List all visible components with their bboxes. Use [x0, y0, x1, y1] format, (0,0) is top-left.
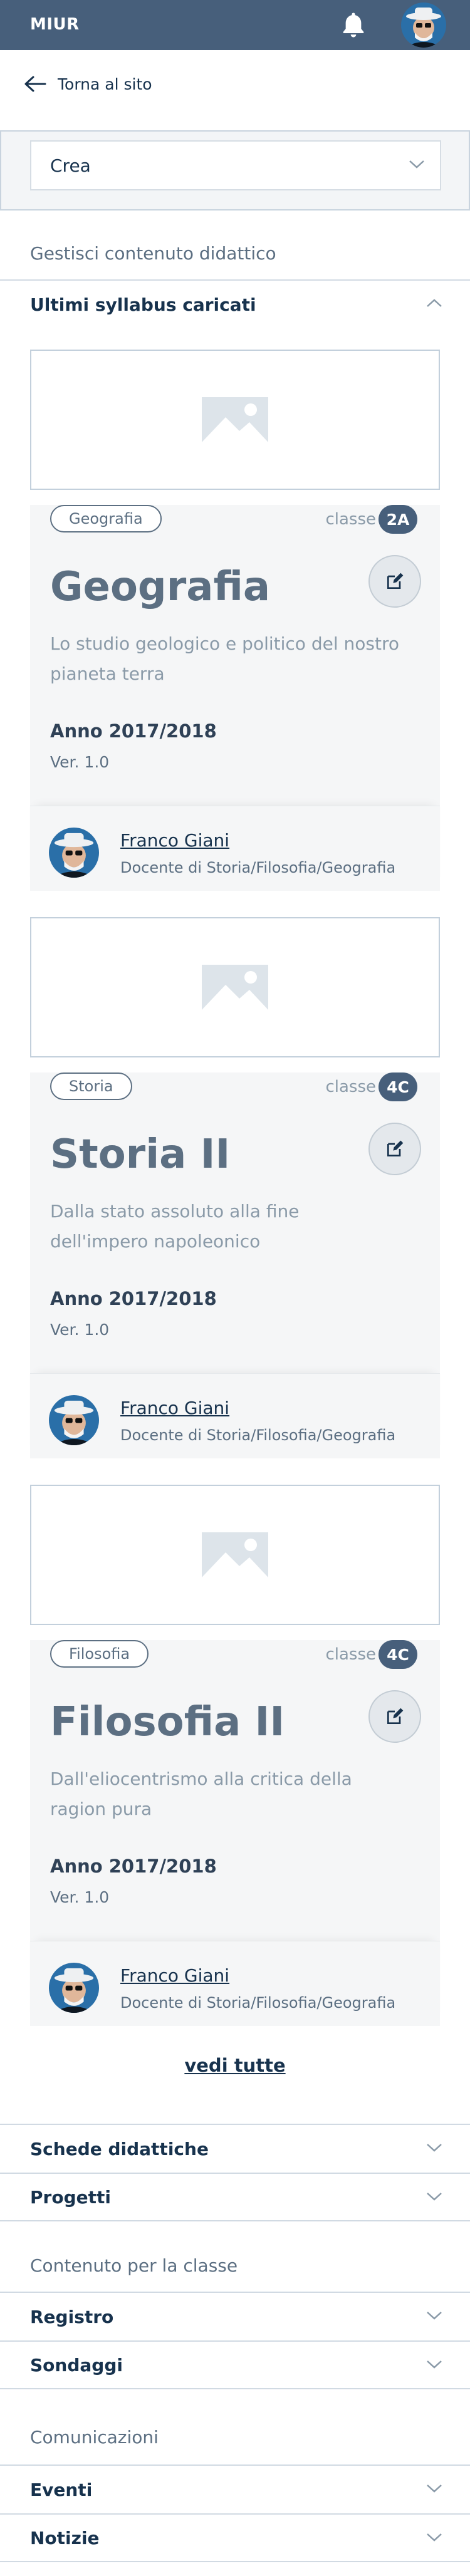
card-year: Anno 2017/2018 [50, 720, 217, 742]
chevron-up-icon [427, 299, 442, 307]
see-all-link[interactable]: vedi tutte [0, 2055, 470, 2076]
card-description: Lo studio geologico e politico del nostr… [50, 633, 399, 684]
card-image [30, 350, 440, 490]
chevron-down-icon [427, 2312, 442, 2320]
brand-label[interactable]: MIUR [30, 15, 80, 34]
subject-tag[interactable]: Storia [50, 1072, 132, 1100]
accordion-eventi[interactable]: Eventi [0, 2464, 470, 2513]
create-select-panel: Crea [0, 130, 470, 210]
chevron-down-icon [427, 2485, 442, 2493]
edit-button[interactable] [368, 555, 421, 608]
author-role: Docente di Storia/Filosofia/Geografia [120, 1426, 396, 1444]
class-badge: 4C [379, 1072, 417, 1101]
section-label-comunicazioni: Comunicazioni [30, 2427, 159, 2448]
edit-icon [387, 573, 404, 589]
back-link-label: Torna al sito [58, 75, 152, 93]
card-author: Franco Giani Docente di Storia/Filosofia… [30, 1373, 440, 1458]
chevron-down-icon [427, 2193, 442, 2201]
author-avatar [49, 1395, 99, 1445]
card-author: Franco Giani Docente di Storia/Filosofia… [30, 1941, 440, 2026]
create-select-value: Crea [50, 155, 91, 176]
edit-icon [387, 1708, 404, 1724]
chevron-down-icon [409, 160, 424, 169]
author-name-link[interactable]: Franco Giani [120, 1965, 229, 1986]
image-placeholder-icon [202, 397, 268, 442]
back-link[interactable]: Torna al sito [24, 69, 152, 99]
class-badge: 2A [379, 505, 417, 534]
bell-icon[interactable] [337, 9, 370, 41]
card-year: Anno 2017/2018 [50, 1288, 217, 1309]
syllabus-card-body: Filosofia classe 4C Filosofia II Dall'el… [30, 1640, 440, 1953]
accordion-title: Progetti [30, 2186, 111, 2208]
accordion-title: Notizie [30, 2527, 100, 2548]
accordion-progetti[interactable]: Progetti [0, 2173, 470, 2221]
card-author: Franco Giani Docente di Storia/Filosofia… [30, 806, 440, 891]
top-bar: MIUR [0, 0, 470, 50]
author-role: Docente di Storia/Filosofia/Geografia [120, 1994, 396, 2012]
section-label-contenuto-classe: Contenuto per la classe [30, 2255, 238, 2276]
accordion-title: Eventi [30, 2479, 93, 2500]
accordion-title: Schede didattiche [30, 2138, 209, 2159]
subject-tag[interactable]: Filosofia [50, 1640, 149, 1668]
syllabus-card-body: Geografia classe 2A Geografia Lo studio … [30, 505, 440, 818]
chevron-down-icon [427, 2144, 442, 2152]
accordion-title: Ultimi syllabus caricati [30, 294, 256, 315]
edit-icon [387, 1140, 404, 1156]
card-image [30, 1485, 440, 1625]
card-title[interactable]: Geografia [50, 564, 270, 610]
author-avatar [49, 828, 99, 878]
accordion-registro[interactable]: Registro [0, 2292, 470, 2340]
accordion-notizie[interactable]: Notizie [0, 2513, 470, 2562]
class-badge: 4C [379, 1640, 417, 1669]
image-placeholder-icon [202, 1532, 268, 1577]
card-year: Anno 2017/2018 [50, 1856, 217, 1877]
card-version: Ver. 1.0 [50, 1321, 110, 1339]
chevron-down-icon [427, 2533, 442, 2542]
accordion-title: Registro [30, 2306, 114, 2327]
card-description: Dalla stato assoluto alla fine dell'impe… [50, 1201, 300, 1252]
accordion-title: Sondaggi [30, 2354, 123, 2376]
card-image [30, 917, 440, 1057]
chevron-down-icon [427, 2360, 442, 2369]
author-role: Docente di Storia/Filosofia/Geografia [120, 859, 396, 876]
card-title[interactable]: Filosofia II [50, 1699, 285, 1745]
accordion-ultimi-syllabus[interactable]: Ultimi syllabus caricati [0, 279, 470, 328]
card-version: Ver. 1.0 [50, 753, 110, 771]
class-label: classe [325, 1645, 376, 1664]
section-label-gestisci: Gestisci contenuto didattico [30, 243, 276, 264]
card-description: Dall'eliocentrismo alla critica della ra… [50, 1768, 352, 1819]
syllabus-card-body: Storia classe 4C Storia II Dalla stato a… [30, 1072, 440, 1386]
card-version: Ver. 1.0 [50, 1888, 110, 1906]
card-title[interactable]: Storia II [50, 1131, 230, 1178]
arrow-left-icon [24, 76, 46, 92]
user-avatar[interactable] [401, 3, 446, 48]
subject-tag[interactable]: Geografia [50, 505, 162, 532]
image-placeholder-icon [202, 965, 268, 1010]
create-select[interactable]: Crea [30, 140, 441, 190]
edit-button[interactable] [368, 1123, 421, 1175]
accordion-schede-didattiche[interactable]: Schede didattiche [0, 2124, 470, 2173]
author-name-link[interactable]: Franco Giani [120, 830, 229, 851]
class-label: classe [325, 1078, 376, 1096]
author-avatar [49, 1963, 99, 2013]
author-name-link[interactable]: Franco Giani [120, 1398, 229, 1418]
class-label: classe [325, 510, 376, 529]
accordion-sondaggi[interactable]: Sondaggi [0, 2340, 470, 2389]
edit-button[interactable] [368, 1690, 421, 1743]
